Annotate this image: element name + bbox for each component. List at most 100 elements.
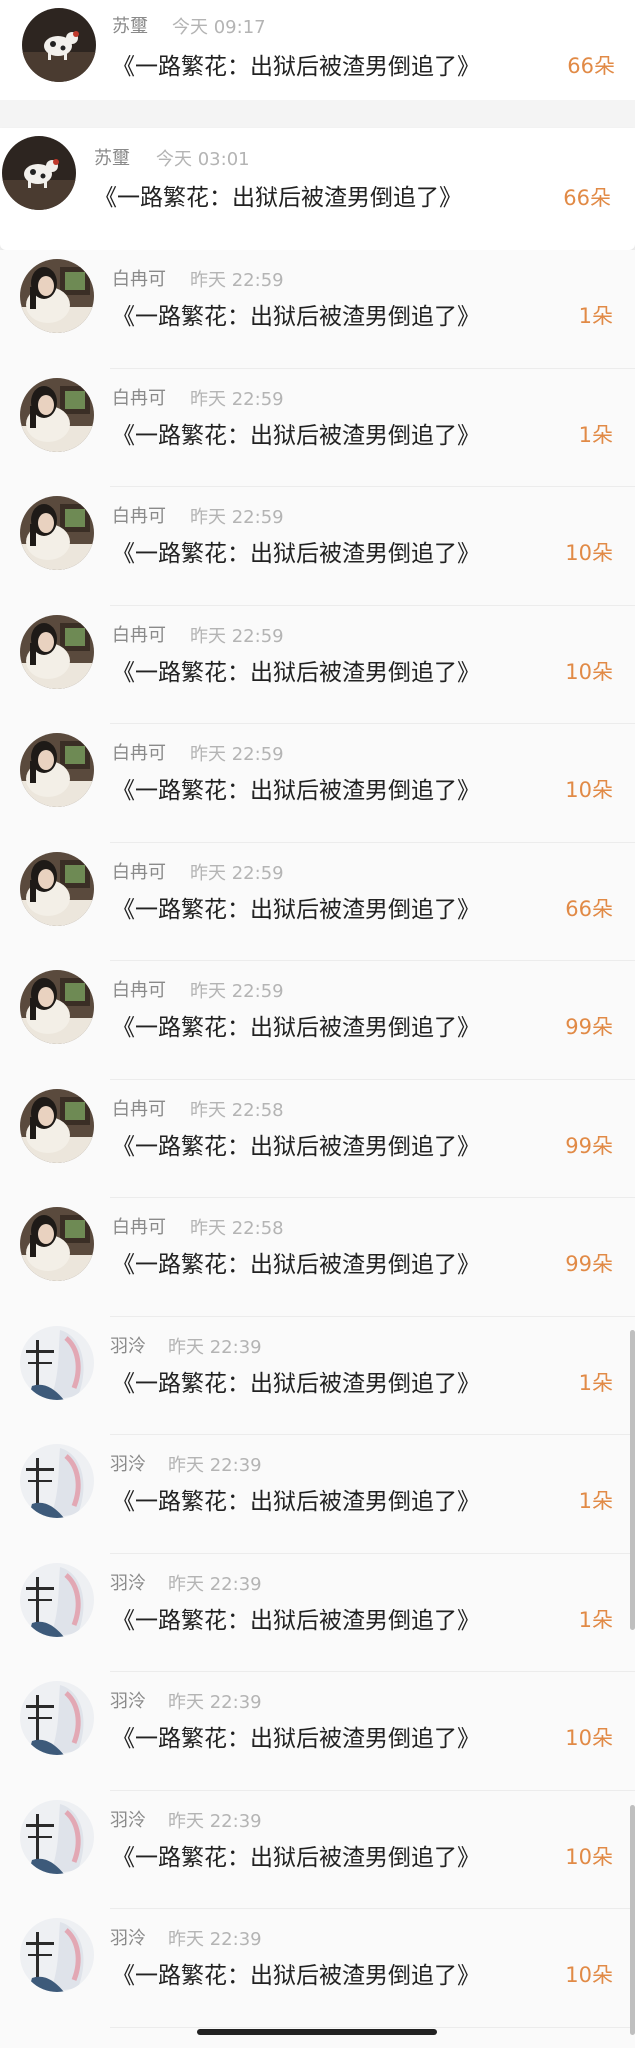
book-title: 《一路繁花：出狱后被渣男倒追了》: [112, 54, 480, 80]
flower-count: 99朵: [565, 1252, 613, 1276]
sender-name: 羽泠: [110, 1335, 146, 1357]
timestamp: 昨天 22:59: [190, 270, 284, 291]
book-title: 《一路繁花：出狱后被渣男倒追了》: [112, 422, 480, 449]
gift-list-item[interactable]: 羽泠 昨天 22:39 《一路繁花：出狱后被渣男倒追了》 10朵: [0, 1909, 635, 2028]
sender-name: 白冉可: [112, 1217, 166, 1238]
sender-name: 苏璽: [112, 16, 148, 37]
gift-list-item[interactable]: 白冉可 昨天 22:59 《一路繁花：出狱后被渣男倒追了》 10朵: [0, 724, 635, 843]
flower-count: 66朵: [567, 54, 615, 78]
book-title: 《一路繁花：出狱后被渣男倒追了》: [112, 1133, 480, 1160]
timestamp: 昨天 22:39: [168, 1336, 262, 1358]
gift-list-item[interactable]: 白冉可 昨天 22:58 《一路繁花：出狱后被渣男倒追了》 99朵: [0, 1198, 635, 1317]
book-title: 《一路繁花：出狱后被渣男倒追了》: [112, 1844, 480, 1871]
sender-name: 苏璽: [94, 148, 130, 169]
book-title: 《一路繁花：出狱后被渣男倒追了》: [112, 896, 480, 923]
book-title: 《一路繁花：出狱后被渣男倒追了》: [112, 1726, 480, 1752]
gift-card-pinned-2[interactable]: 苏璽 今天 03:01 《一路繁花：出狱后被渣男倒追了》 66朵: [0, 128, 635, 250]
avatar-girl-icon[interactable]: [20, 733, 94, 807]
sender-name: 白冉可: [112, 1098, 166, 1120]
avatar-anime-icon[interactable]: [20, 1918, 94, 1992]
book-title: 《一路繁花：出狱后被渣男倒追了》: [112, 304, 480, 330]
book-title: 《一路繁花：出狱后被渣男倒追了》: [112, 1607, 480, 1634]
timestamp: 昨天 22:59: [190, 862, 284, 884]
avatar-girl-icon[interactable]: [20, 970, 94, 1044]
avatar-girl-icon[interactable]: [20, 1207, 94, 1281]
avatar-anime-icon[interactable]: [20, 1444, 94, 1518]
timestamp: 今天 03:01: [156, 149, 250, 170]
gift-card-pinned-1[interactable]: 苏璽 今天 09:17 《一路繁花：出狱后被渣男倒追了》 66朵: [0, 0, 635, 100]
avatar-girl-icon[interactable]: [20, 851, 94, 926]
book-title: 《一路繁花：出狱后被渣男倒追了》: [112, 541, 480, 567]
avatar-girl-icon[interactable]: [20, 259, 94, 333]
sender-name: 白冉可: [112, 861, 166, 883]
avatar-dog-icon[interactable]: [22, 8, 96, 82]
timestamp: 昨天 22:39: [168, 1810, 262, 1832]
avatar-girl-icon[interactable]: [20, 1088, 94, 1163]
timestamp: 昨天 22:59: [190, 388, 284, 410]
avatar-girl-icon[interactable]: [20, 377, 94, 452]
gift-list-item[interactable]: 白冉可 昨天 22:59 《一路繁花：出狱后被渣男倒追了》 99朵: [0, 961, 635, 1080]
avatar-anime-icon[interactable]: [20, 1799, 94, 1874]
timestamp: 昨天 22:59: [190, 507, 284, 528]
timestamp: 昨天 22:58: [190, 1099, 284, 1121]
flower-count: 1朵: [578, 1370, 613, 1395]
flower-count: 10朵: [565, 659, 613, 684]
avatar-girl-icon[interactable]: [20, 496, 94, 570]
sender-name: 白冉可: [112, 387, 166, 409]
gift-list-item[interactable]: 白冉可 昨天 22:59 《一路繁花：出狱后被渣男倒追了》 10朵: [0, 487, 635, 606]
timestamp: 昨天 22:59: [190, 625, 284, 647]
sender-name: 羽泠: [110, 1572, 146, 1594]
sender-name: 羽泠: [110, 1454, 146, 1475]
pinned-cards: 苏璽 今天 09:17 《一路繁花：出狱后被渣男倒追了》 66朵 苏璽 今天 0…: [0, 0, 635, 250]
flower-count: 99朵: [565, 1015, 613, 1039]
flower-count: 1朵: [578, 422, 613, 447]
book-title: 《一路繁花：出狱后被渣男倒追了》: [94, 185, 462, 211]
gift-list-item[interactable]: 羽泠 昨天 22:39 《一路繁花：出狱后被渣男倒追了》 1朵: [0, 1316, 635, 1435]
sender-name: 白冉可: [112, 269, 166, 290]
flower-count: 10朵: [565, 1844, 613, 1869]
gift-list-item[interactable]: 羽泠 昨天 22:39 《一路繁花：出狱后被渣男倒追了》 10朵: [0, 1672, 635, 1791]
book-title: 《一路繁花：出狱后被渣男倒追了》: [112, 778, 480, 804]
timestamp: 昨天 22:59: [190, 981, 284, 1002]
avatar-dog-icon[interactable]: [2, 136, 76, 210]
sender-name: 白冉可: [112, 506, 166, 527]
scrollbar[interactable]: [630, 1805, 635, 2035]
flower-count: 10朵: [565, 778, 613, 802]
book-title: 《一路繁花：出狱后被渣男倒追了》: [112, 1963, 480, 1989]
scrollbar[interactable]: [630, 1330, 635, 1630]
flower-count: 1朵: [578, 1607, 613, 1632]
flower-count: 10朵: [565, 1726, 613, 1750]
gift-list-item[interactable]: 白冉可 昨天 22:59 《一路繁花：出狱后被渣男倒追了》 1朵: [0, 368, 635, 487]
gift-list-item[interactable]: 白冉可 昨天 22:59 《一路繁花：出狱后被渣男倒追了》 1朵: [0, 250, 635, 369]
gift-list-item[interactable]: 羽泠 昨天 22:39 《一路繁花：出狱后被渣男倒追了》 1朵: [0, 1553, 635, 1672]
sender-name: 白冉可: [112, 743, 166, 764]
book-title: 《一路繁花：出狱后被渣男倒追了》: [112, 1015, 480, 1041]
book-title: 《一路繁花：出狱后被渣男倒追了》: [112, 1489, 480, 1515]
avatar-anime-icon[interactable]: [20, 1562, 94, 1637]
gift-list-item[interactable]: 羽泠 昨天 22:39 《一路繁花：出狱后被渣男倒追了》 1朵: [0, 1435, 635, 1554]
avatar-girl-icon[interactable]: [20, 614, 94, 689]
sender-name: 白冉可: [112, 980, 166, 1001]
home-indicator[interactable]: [197, 2029, 437, 2035]
sender-name: 羽泠: [110, 1809, 146, 1831]
flower-count: 10朵: [565, 541, 613, 565]
gift-list-item[interactable]: 白冉可 昨天 22:59 《一路繁花：出狱后被渣男倒追了》 66朵: [0, 842, 635, 961]
timestamp: 昨天 22:59: [190, 744, 284, 765]
gift-list-item[interactable]: 白冉可 昨天 22:59 《一路繁花：出狱后被渣男倒追了》 10朵: [0, 605, 635, 724]
gift-list: 白冉可 昨天 22:59 《一路繁花：出狱后被渣男倒追了》 1朵 白冉可 昨天 22:59…: [0, 250, 635, 2048]
gift-list-item[interactable]: 羽泠 昨天 22:39 《一路繁花：出狱后被渣男倒追了》 10朵: [0, 1790, 635, 1909]
flower-count: 1朵: [578, 304, 613, 328]
timestamp: 昨天 22:39: [168, 1929, 262, 1950]
avatar-anime-icon[interactable]: [20, 1681, 94, 1755]
book-title: 《一路繁花：出狱后被渣男倒追了》: [112, 659, 480, 686]
avatar-anime-icon[interactable]: [20, 1325, 94, 1400]
divider: [110, 2026, 635, 2028]
book-title: 《一路繁花：出狱后被渣男倒追了》: [112, 1370, 480, 1397]
timestamp: 今天 09:17: [172, 17, 266, 38]
sender-name: 白冉可: [112, 624, 166, 646]
timestamp: 昨天 22:39: [168, 1692, 262, 1713]
book-title: 《一路繁花：出狱后被渣男倒追了》: [112, 1252, 480, 1278]
sender-name: 羽泠: [110, 1691, 146, 1712]
gift-list-item[interactable]: 白冉可 昨天 22:58 《一路繁花：出狱后被渣男倒追了》 99朵: [0, 1079, 635, 1198]
sender-name: 羽泠: [110, 1928, 146, 1949]
